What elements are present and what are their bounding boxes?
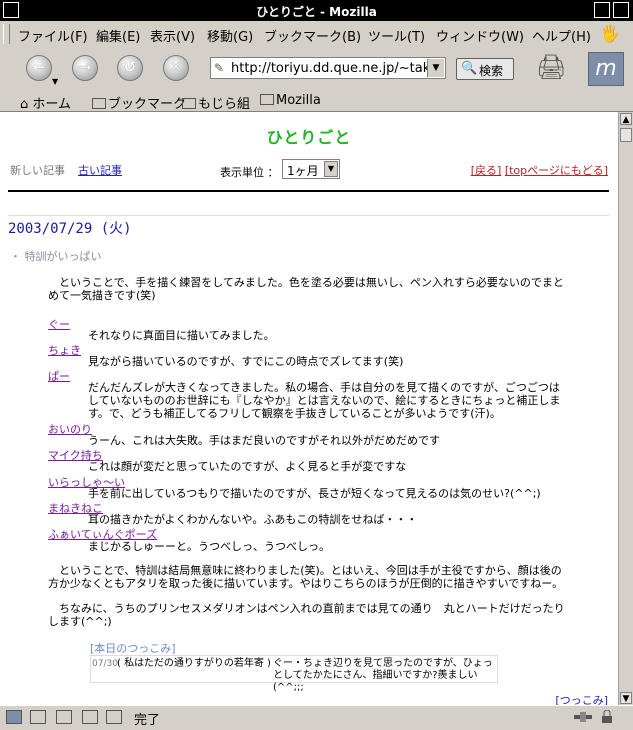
comment-author: ( 私はただの通りすがりの若年寄 )	[117, 658, 271, 669]
forward-arrow-icon: →	[78, 58, 92, 76]
folder-icon	[92, 98, 106, 109]
back-arrow-icon: ←	[32, 58, 46, 76]
bookmarks-label: ブックマーク	[108, 97, 187, 112]
menu-file[interactable]: ファイル(F)	[18, 26, 88, 45]
url-bar[interactable]: ✎ http://toriyu.dd.que.ne.jp/~takat ▼	[210, 57, 446, 79]
minimize-button[interactable]	[594, 2, 610, 18]
chat-icon[interactable]	[56, 710, 72, 724]
outro-paragraph-2: ちなみに、うちのプリンセスメダリオンはペン入れの直前までは見ての通り 丸とハート…	[48, 602, 565, 628]
scroll-up-icon[interactable]: ▲	[620, 113, 632, 125]
status-bar: 完了	[0, 705, 633, 730]
entry-text: 耳の描きかたがよくわかんないや。ふあもこの特訓をせねば・・・	[88, 513, 418, 526]
menu-bookmarks[interactable]: ブックマーク(B)	[264, 26, 361, 45]
back-link[interactable]: [戻る]	[471, 164, 502, 177]
padlock-icon	[602, 709, 612, 723]
page-viewport: ひとりごと 新しい記事 古い記事 表示単位 ： 1ヶ月 ▼ [戻る] [topペ…	[0, 112, 618, 705]
entry-date: 2003/07/29 (火)	[8, 215, 609, 237]
intro-paragraph: ということで、手を描く練習をしてみました。色を塗る必要は無いし、ペン入れすら必要…	[48, 276, 564, 302]
stop-button[interactable]: ✕	[163, 55, 189, 81]
printer-icon: 🖨	[536, 53, 567, 81]
chevron-down-icon: ▼	[324, 161, 338, 177]
divider	[8, 190, 609, 192]
entry-name-link[interactable]: おいのり	[48, 421, 92, 437]
right-links: [戻る] [topページにもどる]	[471, 162, 608, 178]
stop-icon: ✕	[169, 58, 183, 76]
search-button-label: 検索	[479, 64, 504, 78]
url-history-dropdown-icon[interactable]: ▼	[427, 59, 444, 77]
entry-text: それなりに真面目に描いてみました。	[88, 329, 275, 342]
entry-name-link[interactable]: ちょき	[48, 342, 81, 358]
bookmark-mozilla[interactable]: Mozilla	[260, 93, 321, 108]
mozilla-label: Mozilla	[276, 93, 321, 108]
back-button[interactable]: ←	[26, 55, 52, 81]
home-label: ホーム	[32, 97, 72, 112]
search-icon: 🔍	[461, 61, 478, 76]
tsukkomi-comment: 07/30 ( 私はただの通りすがりの若年寄 ) ぐー・ちょき辺りを見て思ったの…	[90, 655, 498, 693]
tsukkomi-heading: [本日のつっこみ]	[90, 642, 176, 655]
reload-button[interactable]: ↺	[117, 55, 143, 81]
vertical-scrollbar[interactable]: ▲ ▼	[618, 112, 633, 705]
search-button[interactable]: 🔍 検索	[456, 58, 514, 80]
home-button[interactable]: ⌂ ホーム	[20, 93, 71, 112]
reload-icon: ↺	[123, 58, 137, 76]
navigator-icon[interactable]	[6, 710, 22, 724]
page-title: ひとりごと	[266, 128, 352, 147]
print-button[interactable]: 🖨	[536, 53, 576, 85]
menu-window[interactable]: ウィンドウ(W)	[436, 26, 524, 45]
mozilla-throbber-logo[interactable]: m	[588, 52, 624, 86]
bookmark-mojira[interactable]: もじら組	[182, 93, 250, 112]
entry-text: これは顔が変だと思っていたのですが、よく見ると手が変ですな	[88, 460, 407, 473]
menu-help[interactable]: ヘルプ(H)	[532, 26, 591, 45]
comment-text: ぐー・ちょき辺りを見て思ったのですが、ひょっとしてたかたにさん、指細いですか?羨…	[273, 658, 493, 693]
folder-icon	[182, 98, 196, 109]
composer-icon[interactable]	[82, 710, 98, 724]
display-unit-label: 表示単位 ：	[220, 166, 279, 179]
scrollbar-thumb[interactable]	[620, 128, 632, 142]
top-page-link[interactable]: [topページにもどる]	[505, 164, 608, 177]
activity-icon: 🖐	[600, 24, 620, 43]
addressbook-icon[interactable]	[106, 710, 122, 724]
entry-name-link[interactable]: ぐー	[48, 316, 70, 332]
lock-icon	[600, 709, 614, 724]
maximize-button[interactable]	[613, 2, 629, 18]
display-unit-value: 1ヶ月	[287, 164, 319, 178]
menu-view[interactable]: 表示(V)	[150, 26, 195, 45]
bookmarks-button[interactable]: ブックマーク	[92, 93, 186, 112]
entry-text: 手を前に出しているつもりで描いたのですが、長さが短くなって見えるのは気のせい?(…	[88, 487, 541, 500]
menu-go[interactable]: 移動(G)	[207, 26, 253, 45]
outro-paragraph: ということで、特訓は結局無意味に終わりました(笑)。とはいえ、今回は手が主役です…	[48, 564, 564, 590]
folder-icon	[260, 94, 274, 105]
personal-toolbar: ⌂ ホーム ブックマーク もじら組 Mozilla	[0, 91, 633, 112]
menu-bar: ファイル(F) 編集(E) 表示(V) 移動(G) ブックマーク(B) ツール(…	[0, 21, 633, 48]
status-text: 完了	[134, 713, 161, 728]
old-article-link[interactable]: 古い記事	[78, 162, 122, 178]
comment-date: 07/30	[92, 659, 118, 669]
entry-text: うーん、これは大失敗。手はまだ良いのですがそれ以外がだめだめです	[88, 434, 440, 447]
entry-text: 見ながら描いているのですが、すでにこの時点でズレてます(笑)	[88, 355, 404, 368]
window-titlebar: ひとりごと - Mozilla	[0, 0, 633, 21]
menu-tools[interactable]: ツール(T)	[368, 26, 425, 45]
scroll-down-icon[interactable]: ▼	[620, 692, 632, 704]
page-proxy-icon[interactable]: ✎	[214, 61, 224, 75]
new-article-label: 新しい記事	[10, 164, 65, 177]
tsukkomi-link[interactable]: [つっこみ]	[555, 692, 608, 705]
mail-icon[interactable]	[30, 710, 46, 724]
online-status-icon[interactable]	[572, 710, 594, 724]
home-icon: ⌂	[20, 97, 29, 112]
plug-icon	[574, 712, 592, 722]
url-input[interactable]: http://toriyu.dd.que.ne.jp/~takat	[231, 61, 427, 76]
entry-text: まじかるしゅーーと。うつべしっ、うつべしっ。	[88, 540, 330, 553]
mojira-label: もじら組	[198, 97, 251, 112]
window-title: ひとりごと - Mozilla	[256, 5, 377, 19]
entry-date-text: 2003/07/29 (火)	[8, 221, 132, 237]
back-dropdown-icon[interactable]: ▼	[52, 77, 58, 86]
forward-button[interactable]: →	[72, 55, 98, 81]
entry-name-link[interactable]: ぱー	[48, 368, 70, 384]
entry-text: だんだんズレが大きくなってきました。私の場合、手は自分のを見て描くのですが、ごつ…	[88, 381, 561, 420]
entry-subject: ・ 特訓がいっぱい	[10, 250, 102, 263]
menubar-grip[interactable]	[3, 24, 10, 44]
display-unit-select[interactable]: 1ヶ月 ▼	[282, 159, 340, 179]
menu-edit[interactable]: 編集(E)	[96, 26, 140, 45]
